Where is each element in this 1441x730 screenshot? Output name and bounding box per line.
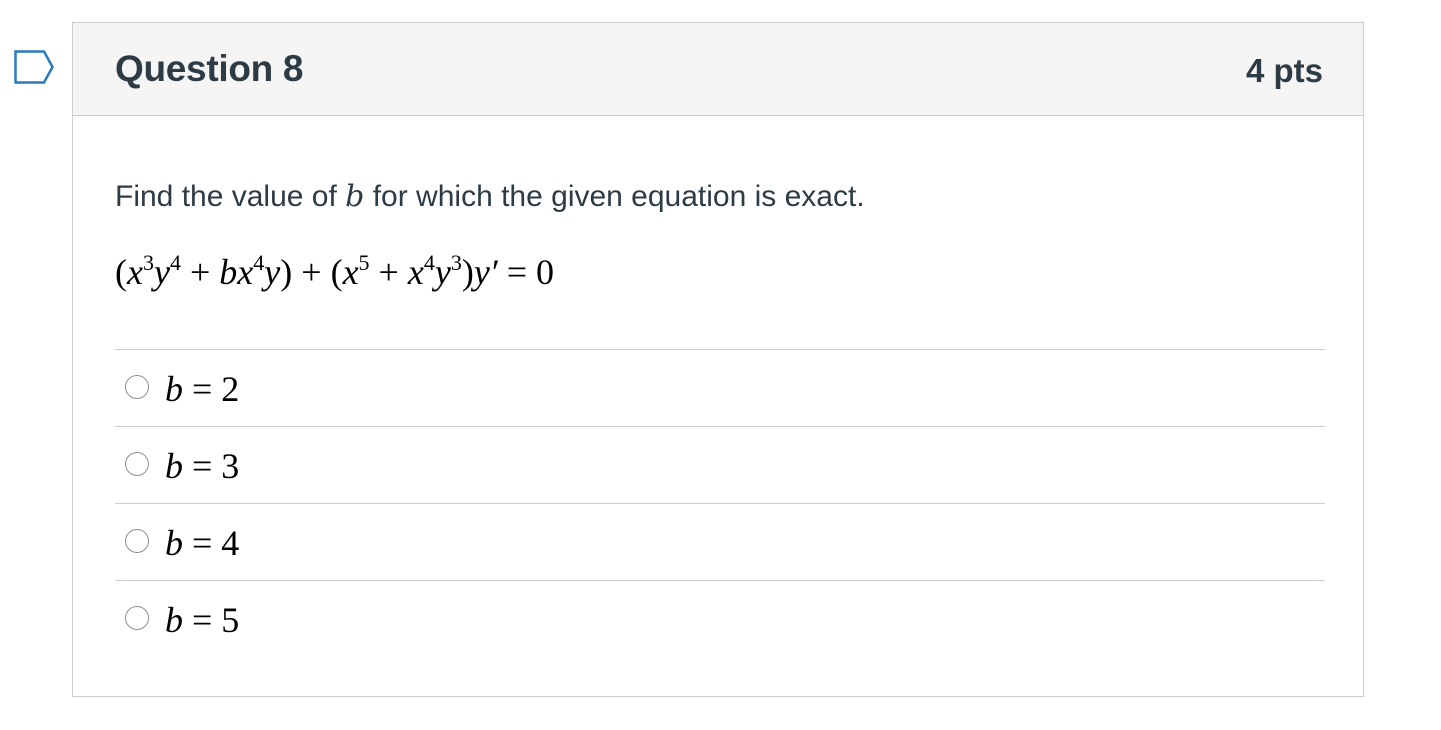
answer-option-2[interactable]: b = 3 [115, 426, 1325, 503]
answer-option-3[interactable]: b = 4 [115, 503, 1325, 580]
radio-button[interactable] [125, 452, 149, 476]
answer-label[interactable]: b = 3 [165, 445, 239, 487]
radio-button[interactable] [125, 606, 149, 630]
answer-list: b = 2 b = 3 b = 4 b = 5 [115, 349, 1325, 657]
answer-option-4[interactable]: b = 5 [115, 580, 1325, 657]
prompt-text-after: for which the given equation is exact. [364, 180, 865, 213]
question-header: Question 8 4 pts [73, 23, 1363, 116]
answer-label[interactable]: b = 4 [165, 522, 239, 564]
question-points: 4 pts [1245, 52, 1323, 89]
question-prompt: Find the value of b for which the given … [115, 179, 865, 214]
radio-button[interactable] [125, 375, 149, 399]
prompt-variable: b [345, 179, 365, 214]
answer-label[interactable]: b = 2 [165, 368, 239, 410]
prompt-text-before: Find the value of [115, 180, 346, 213]
answer-label[interactable]: b = 5 [165, 599, 239, 641]
question-card: Question 8 4 pts Find the value of b for… [72, 22, 1364, 697]
question-title: Question 8 [115, 48, 304, 89]
flag-question-icon[interactable] [14, 50, 54, 84]
radio-button[interactable] [125, 529, 149, 553]
answer-option-1[interactable]: b = 2 [115, 349, 1325, 426]
equation: (x3y4 + bx4y) + (x5 + x4y3)y′ = 0 [115, 250, 554, 293]
